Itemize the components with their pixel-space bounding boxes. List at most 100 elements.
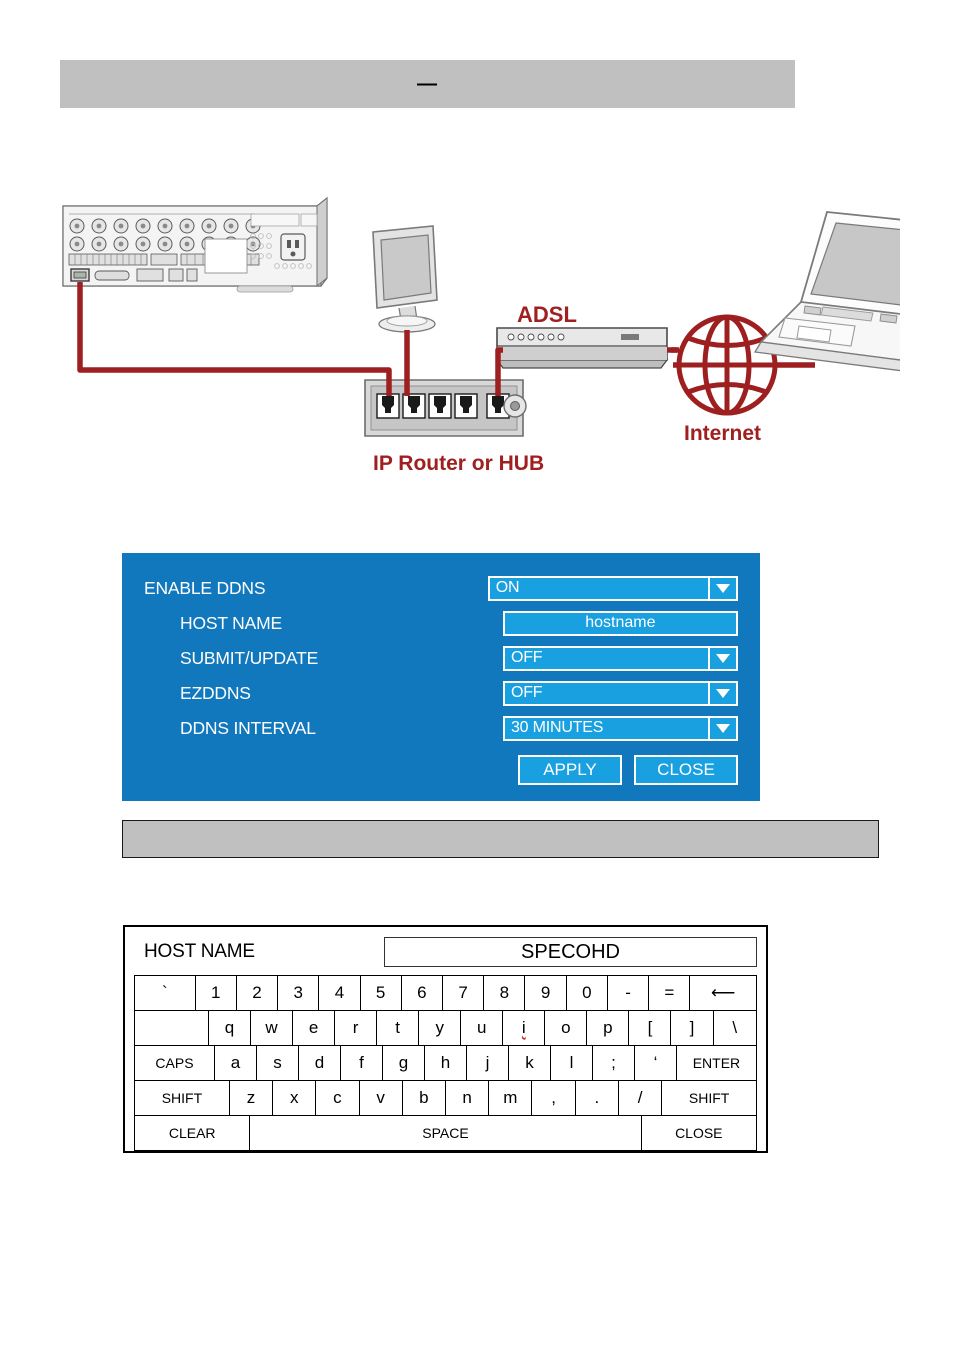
- ddns-select-ezddns[interactable]: OFF: [502, 680, 738, 706]
- keyboard-key-q[interactable]: q: [208, 1011, 251, 1045]
- keyboard-row: ` 1 2 3 4 5 6 7 8 9 0- = ⟵: [135, 976, 756, 1011]
- keyboard-key-[interactable]: \: [713, 1011, 757, 1045]
- keyboard-key-g[interactable]: g: [382, 1046, 425, 1080]
- ddns-select-value-enable-ddns[interactable]: ON: [487, 575, 708, 601]
- internet-globe-icon: [676, 314, 778, 416]
- monitor-icon: [372, 225, 438, 333]
- ddns-select-enable-ddns[interactable]: ON: [487, 575, 738, 601]
- keyboard-key-i[interactable]: i: [503, 1011, 546, 1045]
- keyboard-key-u[interactable]: u: [461, 1011, 504, 1045]
- keyboard-key-caps[interactable]: CAPS: [135, 1046, 215, 1080]
- keyboard-key-f[interactable]: f: [340, 1046, 383, 1080]
- ddns-label-enable-ddns: ENABLE DDNS: [144, 577, 266, 598]
- keyboard-key-e[interactable]: e: [293, 1011, 336, 1045]
- keyboard-key-5[interactable]: 5: [360, 976, 402, 1010]
- keyboard-key-d[interactable]: d: [298, 1046, 341, 1080]
- keyboard-key-w[interactable]: w: [251, 1011, 294, 1045]
- ddns-select-value-ezddns[interactable]: OFF: [502, 680, 708, 706]
- ddns-row-submit-update: SUBMIT/UPDATE OFF: [144, 641, 738, 675]
- keyboard-key-[interactable]: `: [135, 976, 196, 1010]
- keyboard-key-c[interactable]: c: [316, 1081, 360, 1115]
- keyboard-key-[interactable]: ,: [532, 1081, 576, 1115]
- keyboard-key-o[interactable]: o: [545, 1011, 588, 1045]
- internet-label: Internet: [684, 422, 761, 445]
- virtual-keyboard-dialog: HOST NAME SPECOHD ` 1 2 3 4 5 6 7 8 9 0- = ⟵ q w e r t y u i…: [123, 925, 768, 1153]
- keyboard-key-y[interactable]: y: [419, 1011, 462, 1045]
- ddns-select-value-submit-update[interactable]: OFF: [502, 645, 708, 671]
- keyboard-key-clear[interactable]: CLEAR: [135, 1116, 251, 1150]
- apply-button[interactable]: APPLY: [518, 755, 622, 785]
- keyboard-row: CAPS a s d f g h j k l; ‘ENTER: [135, 1046, 756, 1081]
- keyboard-key-2[interactable]: 2: [236, 976, 279, 1010]
- keyboard-key-[interactable]: -: [607, 976, 650, 1010]
- keyboard-key-j[interactable]: j: [466, 1046, 509, 1080]
- keyboard-key-a[interactable]: a: [214, 1046, 257, 1080]
- ddns-dialog-actions: APPLY CLOSE: [144, 755, 738, 785]
- keyboard-key-v[interactable]: v: [359, 1081, 403, 1115]
- ddns-input-host-name[interactable]: hostname: [502, 610, 738, 636]
- keyboard-key-[interactable]: ‘: [634, 1046, 677, 1080]
- keyboard-key-[interactable]: ]: [671, 1011, 714, 1045]
- keyboard-key-[interactable]: [: [629, 1011, 672, 1045]
- ddns-label-ezddns: EZDDNS: [180, 682, 251, 703]
- close-button[interactable]: CLOSE: [634, 755, 738, 785]
- keyboard-key-l[interactable]: l: [550, 1046, 593, 1080]
- keyboard-key-[interactable]: ⟵: [690, 976, 756, 1010]
- chevron-down-icon[interactable]: [708, 575, 738, 601]
- cable-dvr-to-router: [77, 282, 392, 396]
- keyboard-key-3[interactable]: 3: [278, 976, 320, 1010]
- keyboard-key-9[interactable]: 9: [525, 976, 567, 1010]
- ddns-label-host-name: HOST NAME: [180, 612, 282, 633]
- triangle-down-glyph: [716, 583, 730, 593]
- caption-band: [122, 820, 879, 858]
- keyboard-row: CLEAR SPACE CLOSE: [135, 1116, 756, 1151]
- keyboard-key-4[interactable]: 4: [319, 976, 361, 1010]
- keyboard-key-k[interactable]: k: [508, 1046, 551, 1080]
- ddns-row-ddns-interval: DDNS INTERVAL 30 MINUTES: [144, 711, 738, 745]
- keyboard-host-name-input[interactable]: SPECOHD: [384, 937, 757, 967]
- ddns-settings-dialog: ENABLE DDNS ON HOST NAME hostname SUBMIT…: [122, 553, 760, 801]
- chevron-down-icon[interactable]: [708, 715, 738, 741]
- keyboard-key-h[interactable]: h: [424, 1046, 467, 1080]
- keyboard-key-n[interactable]: n: [446, 1081, 490, 1115]
- keyboard-key-z[interactable]: z: [229, 1081, 274, 1115]
- keyboard-key-1[interactable]: 1: [195, 976, 237, 1010]
- keyboard-key-space[interactable]: SPACE: [250, 1116, 642, 1150]
- ddns-label-ddns-interval: DDNS INTERVAL: [180, 717, 316, 738]
- keyboard-key-r[interactable]: r: [335, 1011, 378, 1045]
- keyboard-key-6[interactable]: 6: [401, 976, 444, 1010]
- keyboard-host-name-label: HOST NAME: [144, 941, 255, 962]
- keyboard-key-[interactable]: ;: [592, 1046, 635, 1080]
- keyboard-key-m[interactable]: m: [489, 1081, 533, 1115]
- page-header-band: —: [60, 60, 795, 108]
- keyboard-title-row: HOST NAME SPECOHD: [134, 935, 757, 969]
- ddns-row-ezddns: EZDDNS OFF: [144, 676, 738, 710]
- ddns-select-value-ddns-interval[interactable]: 30 MINUTES: [502, 715, 708, 741]
- keyboard-key-x[interactable]: x: [273, 1081, 317, 1115]
- keyboard-key-shift[interactable]: SHIFT: [135, 1081, 230, 1115]
- keyboard-key-enter[interactable]: ENTER: [676, 1046, 756, 1080]
- triangle-down-glyph: [716, 688, 730, 698]
- ddns-select-ddns-interval[interactable]: 30 MINUTES: [502, 715, 738, 741]
- keyboard-key-p[interactable]: p: [587, 1011, 630, 1045]
- keyboard-key-[interactable]: =: [649, 976, 691, 1010]
- keyboard-key-8[interactable]: 8: [484, 976, 526, 1010]
- keyboard-key-s[interactable]: s: [256, 1046, 299, 1080]
- chevron-down-icon[interactable]: [708, 680, 738, 706]
- keyboard-key-t[interactable]: t: [377, 1011, 420, 1045]
- ddns-label-submit-update: SUBMIT/UPDATE: [180, 647, 319, 668]
- ddns-select-submit-update[interactable]: OFF: [502, 645, 738, 671]
- keyboard-key-[interactable]: .: [575, 1081, 619, 1115]
- dvr-rear-panel-icon: [62, 196, 328, 293]
- triangle-down-glyph: [716, 723, 730, 733]
- keyboard-key-7[interactable]: 7: [443, 976, 485, 1010]
- keyboard-grid: ` 1 2 3 4 5 6 7 8 9 0- = ⟵ q w e r t y u i o p[] \ CAPS a s d f g h j k l…: [134, 975, 757, 1151]
- chevron-down-icon[interactable]: [708, 645, 738, 671]
- keyboard-key-shift[interactable]: SHIFT: [662, 1081, 757, 1115]
- keyboard-key-0[interactable]: 0: [566, 976, 608, 1010]
- triangle-down-glyph: [716, 653, 730, 663]
- keyboard-key-[interactable]: /: [618, 1081, 663, 1115]
- keyboard-row: SHIFT z x c v b n m,. / SHIFT: [135, 1081, 757, 1116]
- keyboard-key-b[interactable]: b: [402, 1081, 447, 1115]
- keyboard-key-close[interactable]: CLOSE: [641, 1116, 756, 1150]
